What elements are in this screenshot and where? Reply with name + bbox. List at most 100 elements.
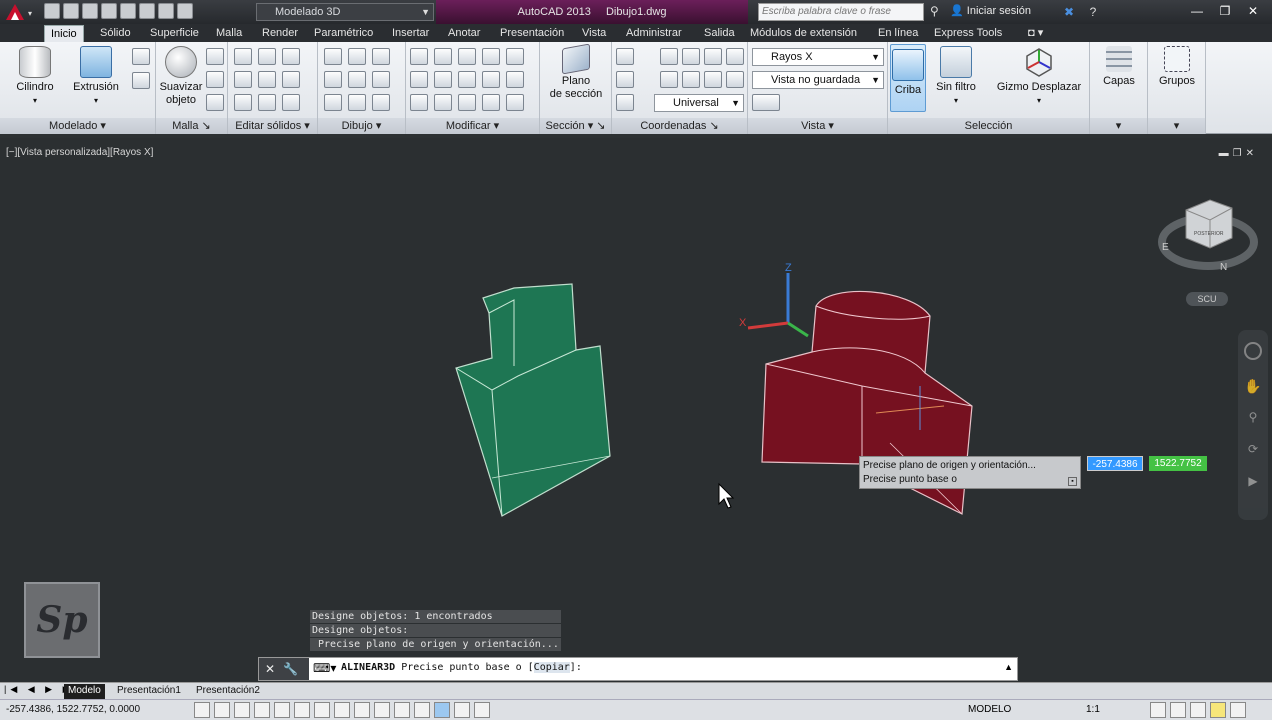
union-icon[interactable] [234,48,252,65]
drawing-viewport[interactable]: [−][Vista personalizada][Rayos X] ▬ ❐ ✕ … [0,138,1272,682]
infer-constraints-icon[interactable] [194,702,210,718]
model-space-toggle[interactable]: MODELO [968,704,1011,715]
tab-anotar[interactable]: Anotar [442,25,486,42]
otrack-icon[interactable] [334,702,350,718]
steeringwheel-icon[interactable] [1244,342,1262,360]
grid-icon[interactable] [234,702,250,718]
ucs-face-icon[interactable] [616,71,634,88]
dynamic-input-x[interactable]: -257.4386 [1087,456,1143,471]
ucs-select[interactable]: Universal ▼ [654,94,744,112]
presspull-icon[interactable] [132,72,150,89]
ucs-object-icon[interactable] [682,71,700,88]
criba-button[interactable]: Criba [890,44,926,112]
tab-superficie[interactable]: Superficie [144,25,205,42]
orbit-icon[interactable]: ⟳ [1244,442,1262,460]
panel-title-seccion[interactable]: Sección ▾ ↘ [540,118,611,134]
lock-icon[interactable] [1170,702,1186,718]
shell-icon[interactable] [282,48,300,65]
offset-icon[interactable] [482,71,500,88]
ucs-origin-icon[interactable] [726,71,744,88]
polygon-icon[interactable] [324,94,342,111]
ucs-named-icon[interactable] [616,94,634,111]
zoom-icon[interactable]: ⚲ [1244,410,1262,428]
save-as-icon[interactable] [101,3,117,19]
panel-title-coordenadas[interactable]: Coordenadas ↘ [612,118,747,134]
web-icon[interactable] [120,3,136,19]
coordinate-readout[interactable]: -257.4386, 1522.7752, 0.0000 [6,704,140,715]
circle-icon[interactable] [372,71,390,88]
option-copiar[interactable]: Copiar [533,662,570,673]
ucs-view-icon[interactable] [660,71,678,88]
command-icon[interactable]: ⌨▾ [313,661,336,675]
slice-icon[interactable] [258,71,276,88]
panel-title-dibujo[interactable]: Dibujo ▾ [318,118,405,134]
login-button[interactable]: 👤 Iniciar sesión [950,4,1031,17]
extract-edges-icon[interactable] [282,71,300,88]
green-solid[interactable] [455,283,611,517]
intersect-icon[interactable] [234,71,252,88]
ucs-3point-icon[interactable] [682,48,700,65]
mesh-icon[interactable] [206,48,224,65]
showmotion-icon[interactable]: ▶ [1244,474,1262,492]
print-icon[interactable] [139,3,155,19]
panel-title-malla[interactable]: Malla ↘ [156,118,227,134]
panel-title-modificar[interactable]: Modificar ▾ [406,118,539,134]
grupos-button[interactable]: Grupos [1154,46,1200,88]
array-icon[interactable] [458,94,476,111]
ellipse-icon[interactable] [372,94,390,111]
mirror-icon[interactable] [434,94,452,111]
ucs-y-icon[interactable] [704,71,722,88]
redo-icon[interactable] [177,3,193,19]
binoculars-icon[interactable]: ⚲ [930,4,939,18]
3d-osnap-icon[interactable] [314,702,330,718]
dyn-icon[interactable] [374,702,390,718]
tab-presentacion[interactable]: Presentación [494,25,570,42]
selection-cycling-icon[interactable] [454,702,470,718]
panel-title-editar-solidos[interactable]: Editar sólidos ▾ [228,118,317,134]
extrusion-button[interactable]: Extrusión ▾ [68,46,124,107]
close-button[interactable]: ✕ [1240,2,1266,20]
lineweight-icon[interactable] [394,702,410,718]
panel-title-seleccion[interactable]: Selección [888,118,1089,134]
ucs-icon[interactable] [616,48,634,65]
move-icon[interactable] [458,48,476,65]
workspace-select[interactable]: Modelado 3D ▼ [256,3,434,21]
mesh-crease-icon[interactable] [206,94,224,111]
tab-salida[interactable]: Salida [698,25,741,42]
tab-express-tools[interactable]: Express Tools [928,25,1008,42]
maximize-button[interactable]: ❐ [1212,2,1238,20]
wrench-icon[interactable]: 🔧 [283,662,306,676]
visual-style-select[interactable]: Rayos X ▼ [752,48,884,66]
tab-render[interactable]: Render [256,25,304,42]
undo-icon[interactable] [158,3,174,19]
panel-title-vista[interactable]: Vista ▾ [748,118,887,134]
save-icon[interactable] [82,3,98,19]
minimize-button[interactable]: — [1184,2,1210,20]
ucs-z-icon[interactable] [704,48,722,65]
help-icon[interactable]: ? [1084,3,1102,21]
transparency-icon[interactable] [414,702,430,718]
gizmo-desplazar-button[interactable]: Gizmo Desplazar ▾ [992,46,1086,107]
spline-icon[interactable] [324,71,342,88]
ucs-world-icon[interactable] [660,48,678,65]
align-icon[interactable] [482,48,500,65]
exchange-icon[interactable]: ✖ [1060,3,1078,21]
tab-vista[interactable]: Vista [576,25,612,42]
ducs-icon[interactable] [354,702,370,718]
isolate-objects-icon[interactable] [1210,702,1226,718]
viewport-config-icon[interactable] [752,94,780,111]
matchprop-icon[interactable] [410,94,428,111]
subtract-icon[interactable] [258,48,276,65]
tab-administrar[interactable]: Administrar [620,25,688,42]
plano-seccion-button[interactable]: Plano de sección [546,43,606,101]
workspace-switch-icon[interactable] [1150,702,1166,718]
trim-icon[interactable] [506,48,524,65]
panel-title-modelado[interactable]: Modelado ▾ [0,118,155,134]
polar-icon[interactable] [274,702,290,718]
application-menu-button[interactable]: ▾ [2,1,36,23]
snap-icon[interactable] [214,702,230,718]
ucs-x-icon[interactable] [726,48,744,65]
polysolid-icon[interactable] [132,48,150,65]
capas-button[interactable]: Capas [1096,46,1142,88]
separate-icon[interactable] [282,94,300,111]
